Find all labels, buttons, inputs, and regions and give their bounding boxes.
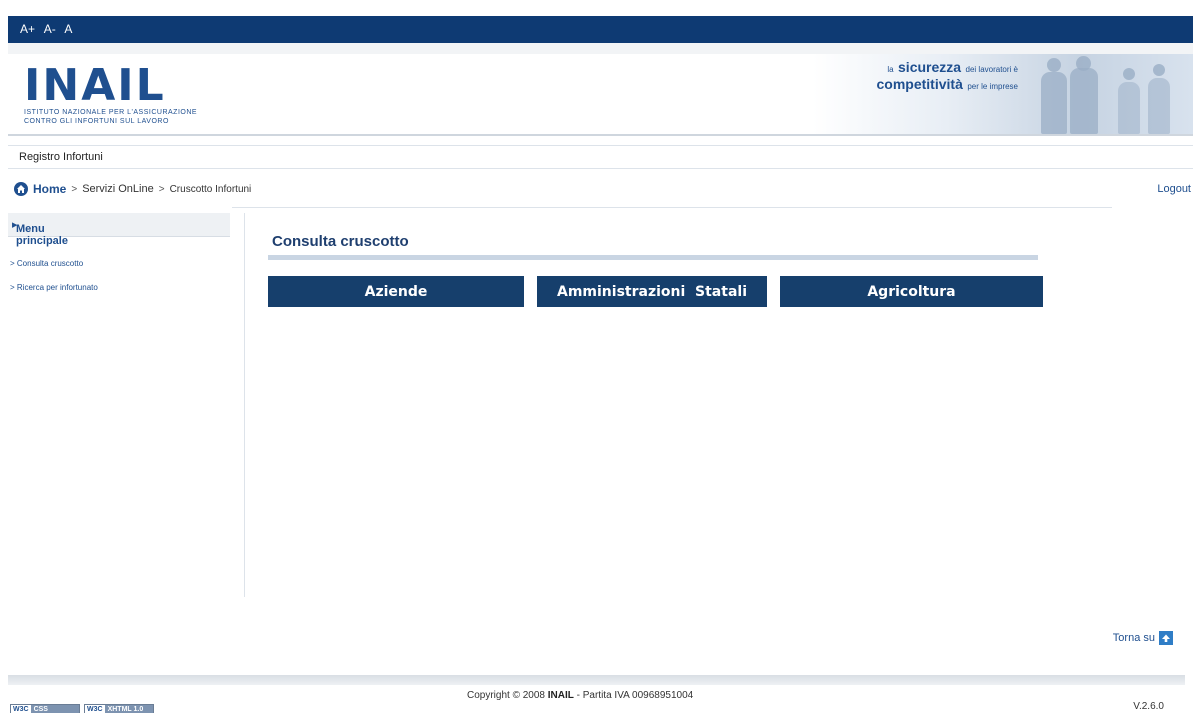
- font-size-controls: A+ A- A: [20, 22, 78, 36]
- slogan-banner: la sicurezza dei lavoratori è competitiv…: [813, 54, 1193, 134]
- back-to-top-label: Torna su: [1112, 632, 1155, 644]
- amministrazioni-statali-button[interactable]: Amministrazioni Statali: [537, 276, 767, 307]
- site-header: INAIL ISTITUTO NAZIONALE PER L'ASSICURAZ…: [8, 43, 1193, 136]
- footer-bar: [8, 675, 1185, 685]
- version-label: V.2.6.0: [1133, 701, 1164, 712]
- home-icon[interactable]: [14, 182, 28, 196]
- sidebar-header: ▸ Menu principale: [8, 213, 230, 247]
- logo-word: INAIL: [24, 60, 166, 111]
- title-underline: [268, 255, 1038, 260]
- font-reset-button[interactable]: A: [64, 22, 72, 36]
- inail-logo[interactable]: INAIL ISTITUTO NAZIONALE PER L'ASSICURAZ…: [24, 64, 197, 126]
- slogan-dei-lavoratori: dei lavoratori è: [965, 65, 1018, 74]
- copyright-text: Copyright © 2008 INAIL - Partita IVA 009…: [467, 690, 694, 701]
- font-increase-button[interactable]: A+: [20, 22, 35, 36]
- breadcrumb-servizi-online[interactable]: Servizi OnLine: [82, 183, 154, 195]
- sidebar-item-consulta-cruscotto[interactable]: > Consulta cruscotto: [10, 259, 98, 268]
- logo-subtitle-line-2: CONTRO GLI INFORTUNI SUL LAVORO: [24, 118, 169, 125]
- w3c-xhtml-badge[interactable]: W3C XHTML 1.0: [84, 704, 154, 713]
- content-divider: [232, 207, 1112, 208]
- slogan-la: la: [887, 65, 894, 74]
- aziende-button[interactable]: Aziende: [268, 276, 524, 307]
- breadcrumb-separator: >: [71, 183, 78, 195]
- top-bar: A+ A- A: [8, 16, 1193, 43]
- app-title: Registro Infortuni: [19, 151, 103, 163]
- logo-subtitle-line-1: ISTITUTO NAZIONALE PER L'ASSICURAZIONE: [24, 109, 198, 116]
- sidebar-menu: > Consulta cruscotto > Ricerca per infor…: [10, 259, 98, 307]
- sidebar-divider: [244, 213, 245, 597]
- agricoltura-button[interactable]: Agricoltura: [780, 276, 1043, 307]
- breadcrumb-home[interactable]: Home: [33, 182, 66, 196]
- breadcrumb: Home > Servizi OnLine > Cruscotto Infort…: [14, 182, 251, 196]
- breadcrumb-separator: >: [158, 183, 165, 195]
- w3c-css-badge[interactable]: W3C CSS: [10, 704, 80, 713]
- back-to-top-link[interactable]: Torna su: [1113, 631, 1173, 645]
- sidebar-header-label: ▸ Menu principale: [12, 219, 68, 247]
- page-title: Consulta cruscotto: [272, 233, 409, 250]
- slogan-per-le-imprese: per le imprese: [967, 82, 1018, 91]
- slogan-competitivita: competitività: [876, 76, 963, 92]
- slogan-text: la sicurezza dei lavoratori è competitiv…: [818, 59, 1019, 94]
- arrow-up-icon: [1159, 631, 1173, 645]
- breadcrumb-current: Cruscotto Infortuni: [169, 183, 252, 195]
- sidebar-item-ricerca-infortunato[interactable]: > Ricerca per infortunato: [10, 283, 98, 292]
- logout-link[interactable]: Logout: [1157, 183, 1191, 195]
- slogan-sicurezza: sicurezza: [898, 59, 962, 75]
- app-title-bar: Registro Infortuni: [8, 145, 1193, 169]
- font-decrease-button[interactable]: A-: [44, 22, 56, 36]
